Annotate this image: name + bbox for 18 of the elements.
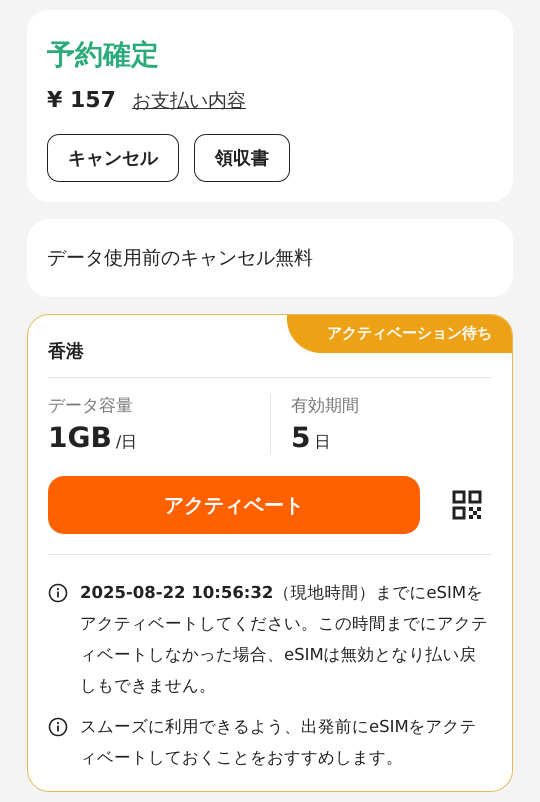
stat-value: 1GB <box>48 421 112 454</box>
receipt-button[interactable]: 領収書 <box>194 134 290 182</box>
stat-value: 5 <box>291 421 310 454</box>
price: ¥ 157 <box>47 88 116 113</box>
payment-details-link[interactable]: お支払い内容 <box>132 88 246 114</box>
stat-label: 有効期間 <box>291 395 360 417</box>
info-icon <box>48 583 68 603</box>
stat-label: データ容量 <box>48 395 134 417</box>
cancel-button[interactable]: キャンセル <box>47 134 179 182</box>
note-text: スムーズに利用できるよう、出発前にeSIMをアクティベートしておくことをおすすめします。 <box>80 716 478 769</box>
status-badge: アクティベーション待ち <box>287 315 512 353</box>
stat-unit: /日 <box>116 432 138 453</box>
qr-code-icon[interactable] <box>452 490 482 520</box>
note-text: 2025-08-22 10:56:32（現地時間）までにeSIMをアクティベートしてください。この時間までにアクティベートしなかった場合、eSIMは無効となり払い戻しもできません。 <box>80 582 489 697</box>
info-icon <box>48 717 68 737</box>
stat-unit: 日 <box>314 432 330 453</box>
booking-status: 予約確定 <box>47 37 160 73</box>
cancel-notice: データ使用前のキャンセル無料 <box>47 246 314 271</box>
